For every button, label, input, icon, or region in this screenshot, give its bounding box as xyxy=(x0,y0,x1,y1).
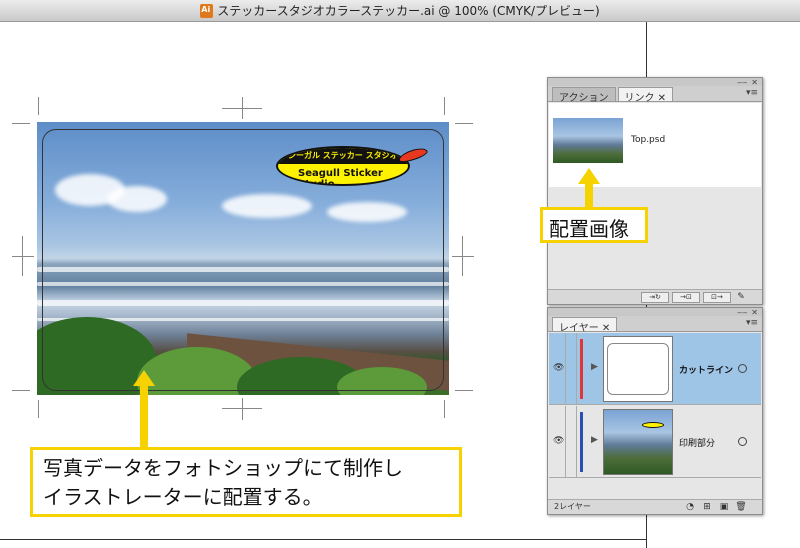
tab-layers[interactable]: レイヤー ✕ xyxy=(552,317,618,334)
edit-original-icon[interactable]: ✎ xyxy=(734,292,748,303)
tab-actions[interactable]: アクション xyxy=(552,87,616,104)
window-title-bar: ステッカースタジオカラーステッカー.ai @ 100% (CMYK/プレビュー) xyxy=(0,0,800,22)
link-item-name[interactable]: Top.psd xyxy=(631,135,665,145)
placed-arrow-shaft xyxy=(585,183,593,209)
lock-column[interactable] xyxy=(565,333,577,405)
link-thumbnail[interactable] xyxy=(553,118,623,163)
window-title: ステッカースタジオカラーステッカー.ai @ 100% (CMYK/プレビュー) xyxy=(217,4,600,18)
eye-icon[interactable]: 👁 xyxy=(553,436,564,446)
layer-count: 2レイヤー xyxy=(554,502,591,511)
callout-description: 写真データをフォトショップにて制作し イラストレーターに配置する。 xyxy=(30,447,462,517)
layers-titlebar[interactable]: ‒‒ ✕ xyxy=(548,308,762,317)
eye-icon[interactable]: 👁 xyxy=(553,363,564,373)
layer-name[interactable]: カットライン xyxy=(679,363,733,376)
layer-thumbnail xyxy=(603,336,673,402)
layer-name[interactable]: 印刷部分 xyxy=(679,436,715,449)
placed-arrow-head xyxy=(578,168,600,184)
new-sublayer-icon[interactable]: ⊞ xyxy=(700,502,714,513)
sticker-logo[interactable]: シーガル ステッカー スタジオ Seagull Sticker Studio xyxy=(276,146,410,186)
lock-column[interactable] xyxy=(565,406,577,478)
callout-line-1: 写真データをフォトショップにて制作し xyxy=(43,456,403,480)
new-layer-icon[interactable]: ▣ xyxy=(717,502,731,513)
go-to-link-button[interactable]: →⊡ xyxy=(672,291,700,303)
layer-color-bar xyxy=(580,412,583,472)
trash-icon[interactable]: 🗑 xyxy=(734,502,748,513)
panel-menu-icon[interactable]: ▾≡ xyxy=(746,88,758,98)
layer-thumbnail xyxy=(603,409,673,475)
logo-text-jp: シーガル ステッカー スタジオ xyxy=(288,151,398,160)
disclosure-triangle-icon[interactable]: ▶ xyxy=(591,435,598,445)
target-icon[interactable] xyxy=(738,437,747,446)
clip-mask-icon[interactable]: ◔ xyxy=(683,502,697,513)
logo-text-en: Seagull Sticker Studio xyxy=(298,168,383,186)
layer-color-bar xyxy=(580,339,583,399)
links-panel[interactable]: ‒‒ ✕ アクション リンク ✕ ▾≡ Top.psd ⇥↻ →⊡ ⊡→ ✎ xyxy=(547,77,763,305)
callout-placed-image: 配置画像 xyxy=(540,207,648,243)
illustrator-doc-icon xyxy=(200,3,214,18)
update-link-button[interactable]: ⊡→ xyxy=(703,291,731,303)
disclosure-triangle-icon[interactable]: ▶ xyxy=(591,362,598,372)
callout-arrow-head xyxy=(133,370,155,386)
tab-links[interactable]: リンク ✕ xyxy=(617,87,674,104)
target-icon[interactable] xyxy=(738,364,747,373)
links-panel-tabs: アクション リンク ✕ ▾≡ xyxy=(548,86,762,104)
relink-button[interactable]: ⇥↻ xyxy=(641,291,669,303)
panel-menu-icon[interactable]: ▾≡ xyxy=(746,318,758,328)
layers-panel[interactable]: ‒‒ ✕ レイヤー ✕ ▾≡ 👁 ▶ カットライン 👁 ▶ 印刷部分 2レイヤー… xyxy=(547,307,763,515)
layer-row[interactable]: 👁 ▶ カットライン xyxy=(549,333,761,405)
links-panel-footer: ⇥↻ →⊡ ⊡→ ✎ xyxy=(548,289,762,304)
layer-row[interactable]: 👁 ▶ 印刷部分 xyxy=(549,406,761,478)
callout-arrow-shaft xyxy=(140,385,148,449)
layers-panel-tabs: レイヤー ✕ ▾≡ xyxy=(548,316,762,334)
layers-panel-footer: 2レイヤー ◔ ⊞ ▣ 🗑 xyxy=(548,499,762,514)
artboard-edge-bottom xyxy=(0,539,646,540)
panel-titlebar[interactable]: ‒‒ ✕ xyxy=(548,78,762,87)
callout-line-2: イラストレーターに配置する。 xyxy=(43,485,323,509)
